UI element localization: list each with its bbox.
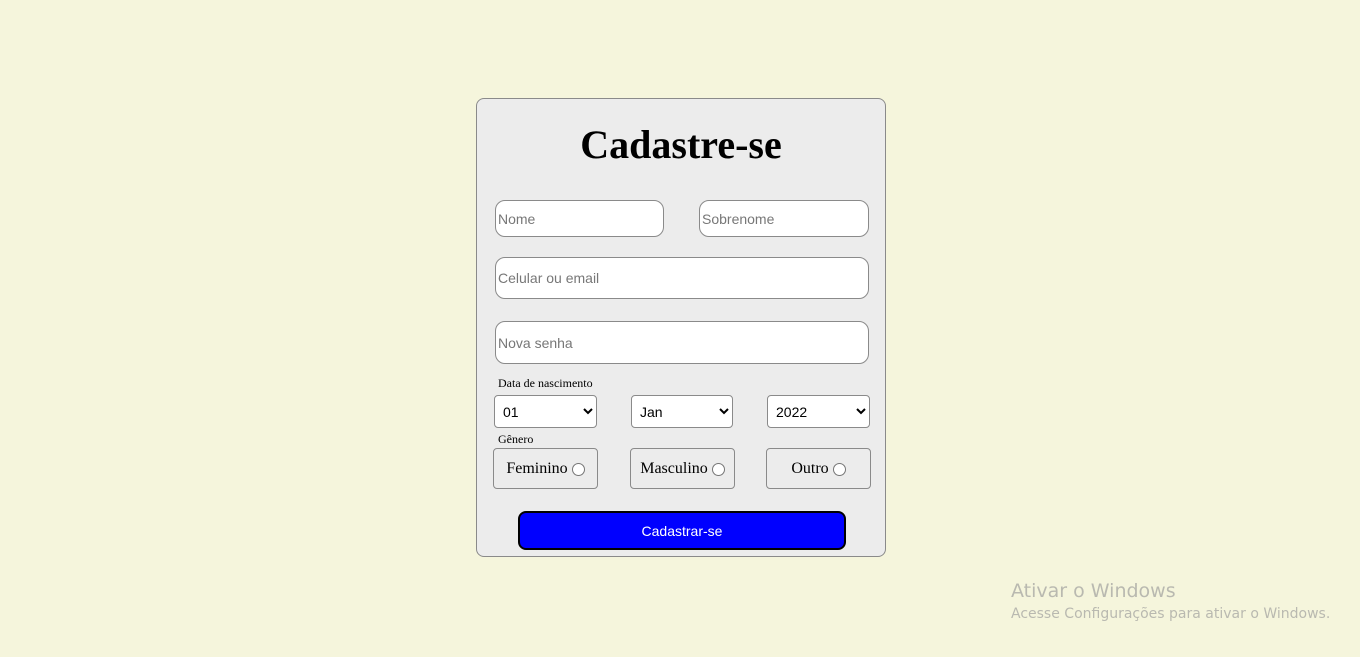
- gender-option-label: Masculino: [640, 459, 708, 477]
- new-password-input[interactable]: [495, 321, 869, 364]
- windows-activation-watermark: Ativar o Windows Acesse Configurações pa…: [1011, 579, 1330, 625]
- birth-date-label: Data de nascimento: [498, 376, 593, 390]
- first-name-input[interactable]: [495, 200, 664, 237]
- signup-submit-button[interactable]: Cadastrar-se: [518, 511, 846, 550]
- birth-month-select[interactable]: Jan: [631, 395, 733, 428]
- page-title: Cadastre-se: [580, 122, 782, 167]
- gender-option-masculino[interactable]: Masculino: [630, 448, 735, 489]
- radio-feminino[interactable]: [571, 463, 585, 476]
- watermark-title: Ativar o Windows: [1011, 580, 1176, 602]
- gender-option-label: Outro: [791, 459, 829, 477]
- birth-day-select[interactable]: 01: [494, 395, 597, 428]
- gender-option-feminino[interactable]: Feminino: [493, 448, 598, 489]
- phone-or-email-input[interactable]: [495, 257, 869, 299]
- radio-masculino[interactable]: [711, 463, 725, 476]
- radio-outro[interactable]: [832, 463, 846, 476]
- signup-card: Cadastre-se Data de nascimento 01 Jan 20…: [476, 98, 886, 557]
- gender-label: Gênero: [498, 432, 534, 446]
- gender-option-outro[interactable]: Outro: [766, 448, 871, 489]
- birth-year-select[interactable]: 2022: [767, 395, 870, 428]
- last-name-input[interactable]: [699, 200, 869, 237]
- gender-option-label: Feminino: [506, 459, 568, 477]
- watermark-subtitle: Acesse Configurações para ativar o Windo…: [1011, 606, 1331, 622]
